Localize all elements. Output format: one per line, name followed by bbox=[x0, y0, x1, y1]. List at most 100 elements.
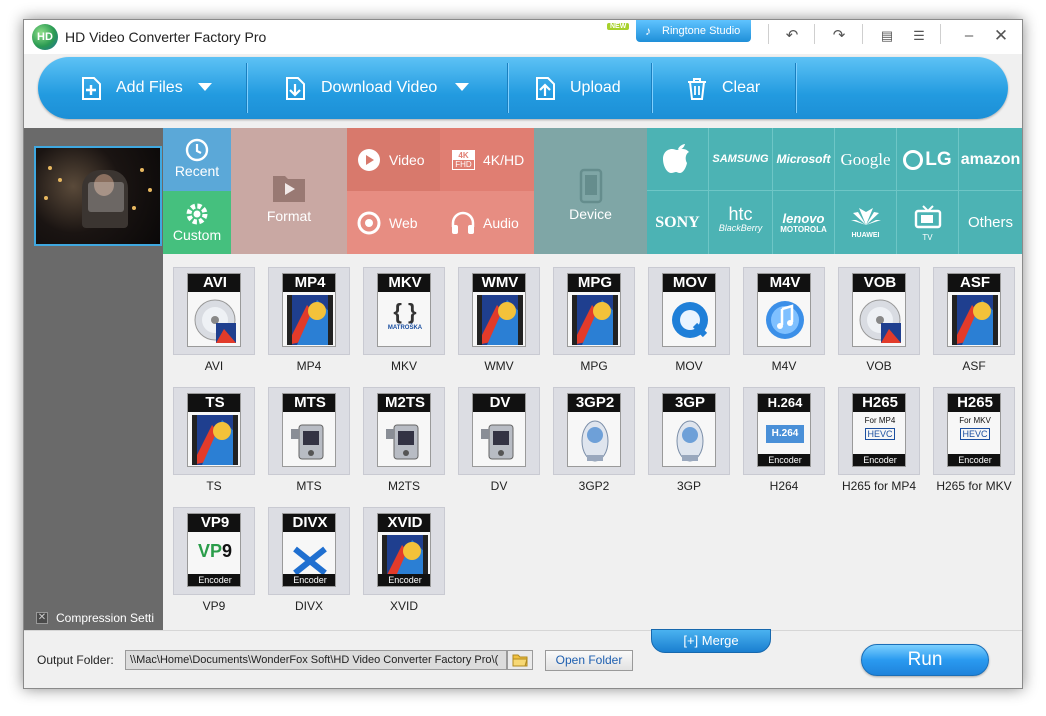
redo-icon[interactable]: ↷ bbox=[825, 24, 853, 48]
4k-icon: 4K FHD bbox=[452, 150, 475, 170]
4k-hd-tab[interactable]: 4K FHD 4K/HD bbox=[440, 128, 534, 191]
format-tile-mov[interactable]: MOV MOV bbox=[648, 267, 730, 377]
recent-tab[interactable]: Recent bbox=[163, 128, 231, 191]
sony-brand[interactable]: SONY bbox=[647, 191, 709, 254]
format-name: AVI bbox=[204, 359, 224, 373]
format-icon-header: VP9 bbox=[188, 514, 240, 532]
format-icon-header: DV bbox=[473, 394, 525, 412]
format-icon: ASF bbox=[947, 273, 1001, 347]
format-tile-mkv[interactable]: MKV { } MATROŠKA MKV bbox=[363, 267, 445, 377]
compression-settings[interactable]: ✕ Compression Setti bbox=[24, 608, 163, 630]
web-tab[interactable]: Web bbox=[347, 191, 440, 254]
recent-label: Recent bbox=[174, 163, 220, 179]
format-icon-header: ASF bbox=[948, 274, 1000, 292]
format-tile-vp9[interactable]: VP9 VP9 Encoder VP9 bbox=[173, 507, 255, 617]
browse-folder-button[interactable] bbox=[507, 650, 533, 670]
format-tile-h264[interactable]: H.264 H.264 Encoder H264 bbox=[743, 387, 825, 497]
format-tab[interactable]: Format bbox=[231, 128, 347, 254]
huawei-icon bbox=[850, 208, 881, 225]
undo-icon[interactable]: ↶ bbox=[778, 24, 806, 48]
chevron-down-icon[interactable] bbox=[455, 83, 469, 91]
format-tile-divx[interactable]: DIVX Encoder DIVX bbox=[268, 507, 350, 617]
open-folder-button[interactable]: Open Folder bbox=[545, 650, 633, 671]
format-name: H265 for MKV bbox=[936, 479, 1012, 493]
format-tile-dv[interactable]: DV DV bbox=[458, 387, 540, 497]
format-icon: H265 For MP4 HEVC Encoder bbox=[852, 393, 906, 467]
others-brand[interactable]: Others bbox=[959, 191, 1022, 254]
format-name: MKV bbox=[390, 359, 417, 373]
download-video-label: Download Video bbox=[321, 79, 438, 96]
format-tile-ts[interactable]: TS TS bbox=[173, 387, 255, 497]
blackberry-label: BlackBerry bbox=[718, 223, 763, 233]
close-icon[interactable]: ✕ bbox=[987, 24, 1015, 48]
format-tile-m4v[interactable]: M4V M4V bbox=[743, 267, 825, 377]
lg-brand[interactable]: LG bbox=[897, 128, 959, 191]
lg-label: LG bbox=[925, 149, 952, 170]
format-tile-3gp2[interactable]: 3GP2 3GP2 bbox=[553, 387, 635, 497]
microsoft-brand[interactable]: Microsoft bbox=[773, 128, 835, 191]
huawei-brand[interactable]: HUAWEI bbox=[835, 191, 897, 254]
run-button[interactable]: Run bbox=[861, 644, 989, 676]
merge-label: Merge bbox=[701, 633, 739, 648]
format-tile-h265-for-mkv[interactable]: H265 For MKV HEVC Encoder H265 for MKV bbox=[933, 387, 1015, 497]
format-art-icon bbox=[192, 295, 238, 345]
htc-brand[interactable]: htc BlackBerry bbox=[709, 191, 773, 254]
format-name: H264 bbox=[769, 479, 799, 493]
ringtone-studio-button[interactable]: ♪ Ringtone Studio bbox=[636, 20, 751, 42]
lenovo-brand[interactable]: lenovo MOTOROLA bbox=[773, 191, 835, 254]
add-files-button[interactable]: Add Files bbox=[38, 57, 245, 119]
app-title: HD Video Converter Factory Pro bbox=[65, 29, 267, 45]
microsoft-label: Microsoft bbox=[776, 152, 831, 166]
video-thumbnail[interactable] bbox=[34, 146, 162, 246]
format-name: DV bbox=[490, 479, 508, 493]
amazon-brand[interactable]: amazon bbox=[959, 128, 1022, 191]
tv-icon bbox=[914, 205, 941, 229]
merge-button[interactable]: [+] Merge bbox=[651, 629, 771, 653]
format-tile-mts[interactable]: MTS MTS bbox=[268, 387, 350, 497]
list-icon[interactable]: ☰ bbox=[905, 24, 933, 48]
samsung-brand[interactable]: SAMSUNG bbox=[709, 128, 773, 191]
format-tile-h265-for-mp4[interactable]: H265 For MP4 HEVC Encoder H265 for MP4 bbox=[838, 387, 920, 497]
device-label: Device bbox=[569, 206, 612, 222]
format-grid: AVI AVI MP4 MP4 MKV{ } MATROŠKA MKV WMV WMV MPG MP… bbox=[163, 254, 1022, 630]
upload-button[interactable]: Upload bbox=[508, 57, 650, 119]
audio-tab[interactable]: Audio bbox=[440, 191, 534, 254]
minimize-icon[interactable]: – bbox=[955, 24, 983, 48]
video-tab[interactable]: Video bbox=[347, 128, 440, 191]
collapse-checkbox-icon[interactable]: ✕ bbox=[36, 612, 48, 624]
device-tab[interactable]: Device bbox=[534, 128, 647, 254]
format-tile-mp4[interactable]: MP4 MP4 bbox=[268, 267, 350, 377]
chevron-down-icon[interactable] bbox=[198, 83, 212, 91]
custom-tab[interactable]: Custom bbox=[163, 191, 231, 254]
format-icon: TS bbox=[187, 393, 241, 467]
tv-brand[interactable]: TV bbox=[897, 191, 959, 254]
add-files-label: Add Files bbox=[116, 79, 183, 96]
format-tile-m2ts[interactable]: M2TS M2TS bbox=[363, 387, 445, 497]
app-logo-icon: HD bbox=[32, 24, 58, 50]
format-icon-header: VOB bbox=[853, 274, 905, 292]
audio-label: Audio bbox=[483, 215, 519, 231]
format-tile-wmv[interactable]: WMV WMV bbox=[458, 267, 540, 377]
play-overlay[interactable] bbox=[88, 182, 124, 212]
apple-brand[interactable] bbox=[647, 128, 709, 191]
format-tile-vob[interactable]: VOB VOB bbox=[838, 267, 920, 377]
output-folder-input[interactable]: \\Mac\Home\Documents\WonderFox Soft\HD V… bbox=[125, 650, 507, 670]
format-name: VOB bbox=[866, 359, 892, 373]
format-art-icon bbox=[382, 415, 428, 465]
format-art-icon bbox=[667, 295, 713, 345]
format-tile-asf[interactable]: ASF ASF bbox=[933, 267, 1015, 377]
format-tile-mpg[interactable]: MPG MPG bbox=[553, 267, 635, 377]
chat-icon[interactable]: ▤ bbox=[873, 24, 901, 48]
format-tile-3gp[interactable]: 3GP 3GP bbox=[648, 387, 730, 497]
format-name: TS bbox=[206, 479, 222, 493]
format-art-icon bbox=[857, 295, 903, 345]
download-video-button[interactable]: Download Video bbox=[247, 57, 506, 119]
toolbar-divider bbox=[795, 63, 796, 113]
clear-button[interactable]: Clear bbox=[652, 57, 795, 119]
format-name: 3GP bbox=[676, 479, 701, 493]
upload-icon bbox=[536, 77, 555, 100]
format-tile-xvid[interactable]: XVID Encoder XVID bbox=[363, 507, 445, 617]
separator bbox=[814, 24, 815, 44]
google-brand[interactable]: Google bbox=[835, 128, 897, 191]
format-tile-avi[interactable]: AVI AVI bbox=[173, 267, 255, 377]
